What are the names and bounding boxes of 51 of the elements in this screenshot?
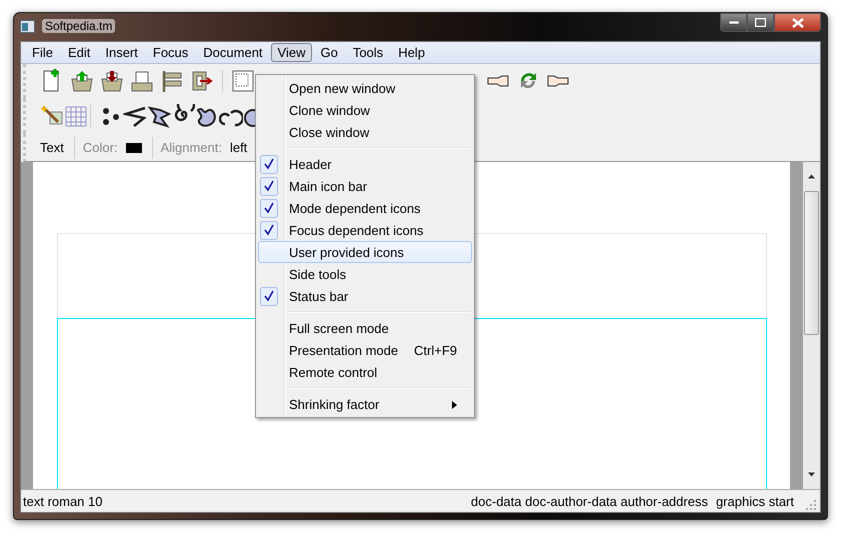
menu-item[interactable]: Remote control	[258, 361, 472, 383]
maximize-button[interactable]	[747, 13, 774, 32]
dotted-frame-icon[interactable]	[231, 69, 255, 93]
menu-item[interactable]: Open new window	[258, 77, 472, 99]
menu-item[interactable]: Edit	[60, 43, 98, 62]
menu-item[interactable]: Status bar	[258, 285, 472, 307]
menu-item[interactable]: Focus dependent icons	[258, 219, 472, 241]
menu-item[interactable]: Tools	[346, 43, 390, 62]
menu-item[interactable]: Presentation mode Ctrl+F9	[258, 339, 472, 361]
exit-door-icon[interactable]	[190, 69, 214, 93]
submenu-arrow-icon	[452, 400, 457, 408]
menu-item[interactable]: Go	[313, 43, 345, 62]
status-text: doc-data doc-author-data author-address	[470, 494, 708, 508]
maximize-icon	[755, 18, 766, 27]
polygon-icon[interactable]	[147, 104, 171, 128]
close-icon	[792, 18, 804, 28]
minimize-icon	[728, 20, 738, 24]
menu-item[interactable]: Help	[391, 43, 432, 62]
menu-item[interactable]: Header	[258, 153, 472, 175]
status-text: text roman 10	[23, 494, 102, 508]
scrollbar-thumb[interactable]	[804, 191, 819, 335]
folder-up-arrow-icon[interactable]	[70, 69, 94, 93]
menu-item[interactable]: Side tools	[258, 263, 472, 285]
minimize-button[interactable]	[720, 13, 747, 32]
menu-item[interactable]: Focus	[146, 43, 196, 62]
menu-item[interactable]: Insert	[98, 43, 145, 62]
menu-item[interactable]: Document	[196, 43, 270, 62]
app-icon	[20, 20, 35, 32]
color-label: Color:	[82, 140, 118, 155]
status-text: graphics start	[716, 494, 794, 508]
color-swatch[interactable]	[126, 142, 142, 152]
menu-item[interactable]: Close window	[258, 121, 472, 143]
folder-down-arrow-icon[interactable]	[100, 69, 124, 93]
menu-item[interactable]: Clone window	[258, 99, 472, 121]
menu-item[interactable]: Mode dependent icons	[258, 197, 472, 219]
vertical-scrollbar[interactable]	[803, 162, 820, 489]
menu-item[interactable]: View	[270, 43, 312, 62]
flag-icon[interactable]	[160, 69, 184, 93]
close-button[interactable]	[774, 13, 821, 32]
mode-label: Text	[40, 140, 64, 155]
window-title: Softpedia.tm	[42, 19, 116, 33]
menu-item[interactable]: File	[25, 43, 60, 62]
resize-grip-icon[interactable]	[806, 500, 816, 510]
submenu-item[interactable]: Shrinking factor	[258, 393, 472, 415]
alignment-label: Alignment:	[160, 140, 222, 155]
zigzag-icon[interactable]	[123, 104, 147, 128]
menu-item[interactable]: Main icon bar	[258, 175, 472, 197]
alignment-value: left	[230, 140, 248, 155]
menu-item[interactable]: Full screen mode	[258, 317, 472, 339]
menu-item[interactable]: User provided icons	[258, 241, 472, 263]
printer-icon[interactable]	[130, 69, 154, 93]
